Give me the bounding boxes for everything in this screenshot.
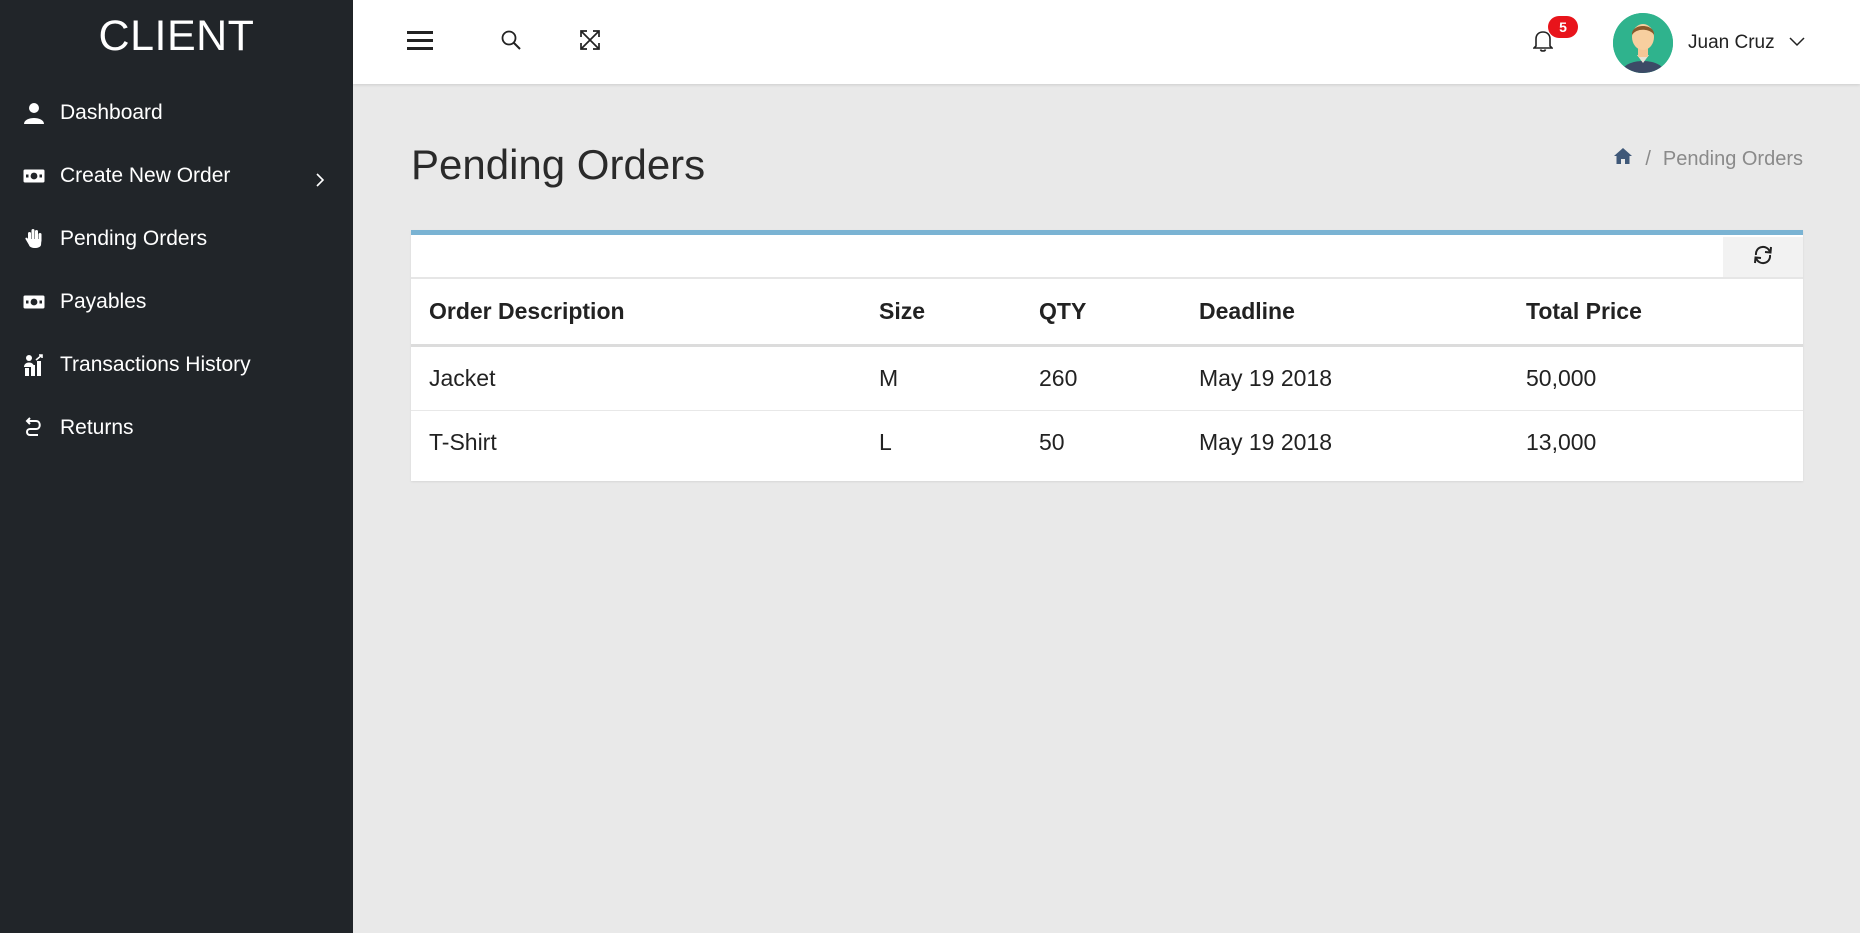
order-description-cell: Jacket: [411, 345, 861, 411]
notification-badge: 5: [1548, 16, 1578, 38]
pending-orders-card: Order Description Size QTY Deadline Tota…: [411, 230, 1803, 481]
column-header-deadline[interactable]: Deadline: [1181, 279, 1508, 347]
column-header-size[interactable]: Size: [861, 279, 1021, 347]
total-price-cell: 13,000: [1526, 429, 1597, 456]
sidebar-item-label: Dashboard: [60, 100, 163, 124]
breadcrumb-separator: /: [1645, 147, 1651, 170]
user-menu[interactable]: Juan Cruz: [1613, 13, 1805, 73]
sidebar-item-label: Returns: [60, 415, 134, 439]
topbar: 5 Juan Cruz: [353, 0, 1860, 84]
sidebar-item-pending-orders[interactable]: Pending Orders: [0, 207, 353, 270]
avatar: [1613, 13, 1673, 73]
refresh-button[interactable]: [1723, 237, 1803, 277]
total-price-cell: 50,000: [1508, 345, 1803, 411]
home-icon[interactable]: [1613, 147, 1633, 171]
user-icon: [22, 101, 46, 125]
column-header-total-price[interactable]: Total Price: [1508, 279, 1803, 347]
chart-person-icon: [22, 353, 46, 377]
table-row[interactable]: T-Shirt L 50 May 19 2018 13,000: [411, 410, 1803, 475]
sidebar-item-payables[interactable]: Payables: [0, 270, 353, 333]
fullscreen-button[interactable]: [572, 24, 608, 60]
page-title: Pending Orders: [411, 141, 706, 188]
notifications-button[interactable]: 5: [1532, 16, 1578, 60]
size-cell: M: [861, 345, 1021, 411]
search-icon: [500, 29, 522, 56]
sidebar-item-label: Payables: [60, 289, 147, 313]
orders-table: Order Description Size QTY Deadline Tota…: [411, 279, 1803, 475]
return-icon: [22, 416, 46, 440]
breadcrumb: / Pending Orders: [1613, 147, 1803, 171]
sidebar-item-returns[interactable]: Returns: [0, 396, 353, 459]
column-header-qty[interactable]: QTY: [1021, 279, 1181, 347]
user-name: Juan Cruz: [1688, 32, 1775, 53]
chevron-right-icon: [313, 169, 327, 187]
money-icon: [22, 290, 46, 314]
search-button[interactable]: [493, 24, 529, 60]
deadline-cell: May 19 2018: [1199, 429, 1332, 456]
chevron-down-icon: [1789, 34, 1805, 52]
hand-icon: [22, 227, 46, 251]
hamburger-icon: [407, 29, 433, 56]
refresh-icon: [1752, 244, 1774, 271]
order-description-cell: T-Shirt: [429, 429, 497, 456]
table-row[interactable]: Jacket M 260 May 19 2018 50,000: [411, 345, 1803, 411]
sidebar-item-dashboard[interactable]: Dashboard: [0, 81, 353, 144]
deadline-cell: May 19 2018: [1181, 345, 1508, 411]
brand-logo[interactable]: CLIENT: [0, 0, 353, 72]
sidebar-item-transactions-history[interactable]: Transactions History: [0, 333, 353, 396]
sidebar-item-label: Transactions History: [60, 352, 251, 376]
qty-cell: 260: [1021, 345, 1181, 411]
size-cell: L: [879, 429, 892, 456]
money-icon: [22, 164, 46, 188]
expand-icon: [579, 29, 601, 56]
table-header-row: Order Description Size QTY Deadline Tota…: [411, 279, 1803, 347]
sidebar-nav: Dashboard Create New Order Pending Order…: [0, 81, 353, 459]
column-header-order-description[interactable]: Order Description: [411, 279, 861, 347]
card-toolbar: [411, 235, 1803, 279]
sidebar-item-label: Pending Orders: [60, 226, 208, 250]
sidebar-item-label: Create New Order: [60, 163, 231, 187]
menu-toggle-button[interactable]: [402, 24, 438, 60]
qty-cell: 50: [1039, 429, 1065, 456]
breadcrumb-current: Pending Orders: [1662, 147, 1803, 170]
sidebar-item-create-new-order[interactable]: Create New Order: [0, 144, 353, 207]
sidebar: CLIENT Dashboard Create New Order Pendin…: [0, 0, 353, 933]
